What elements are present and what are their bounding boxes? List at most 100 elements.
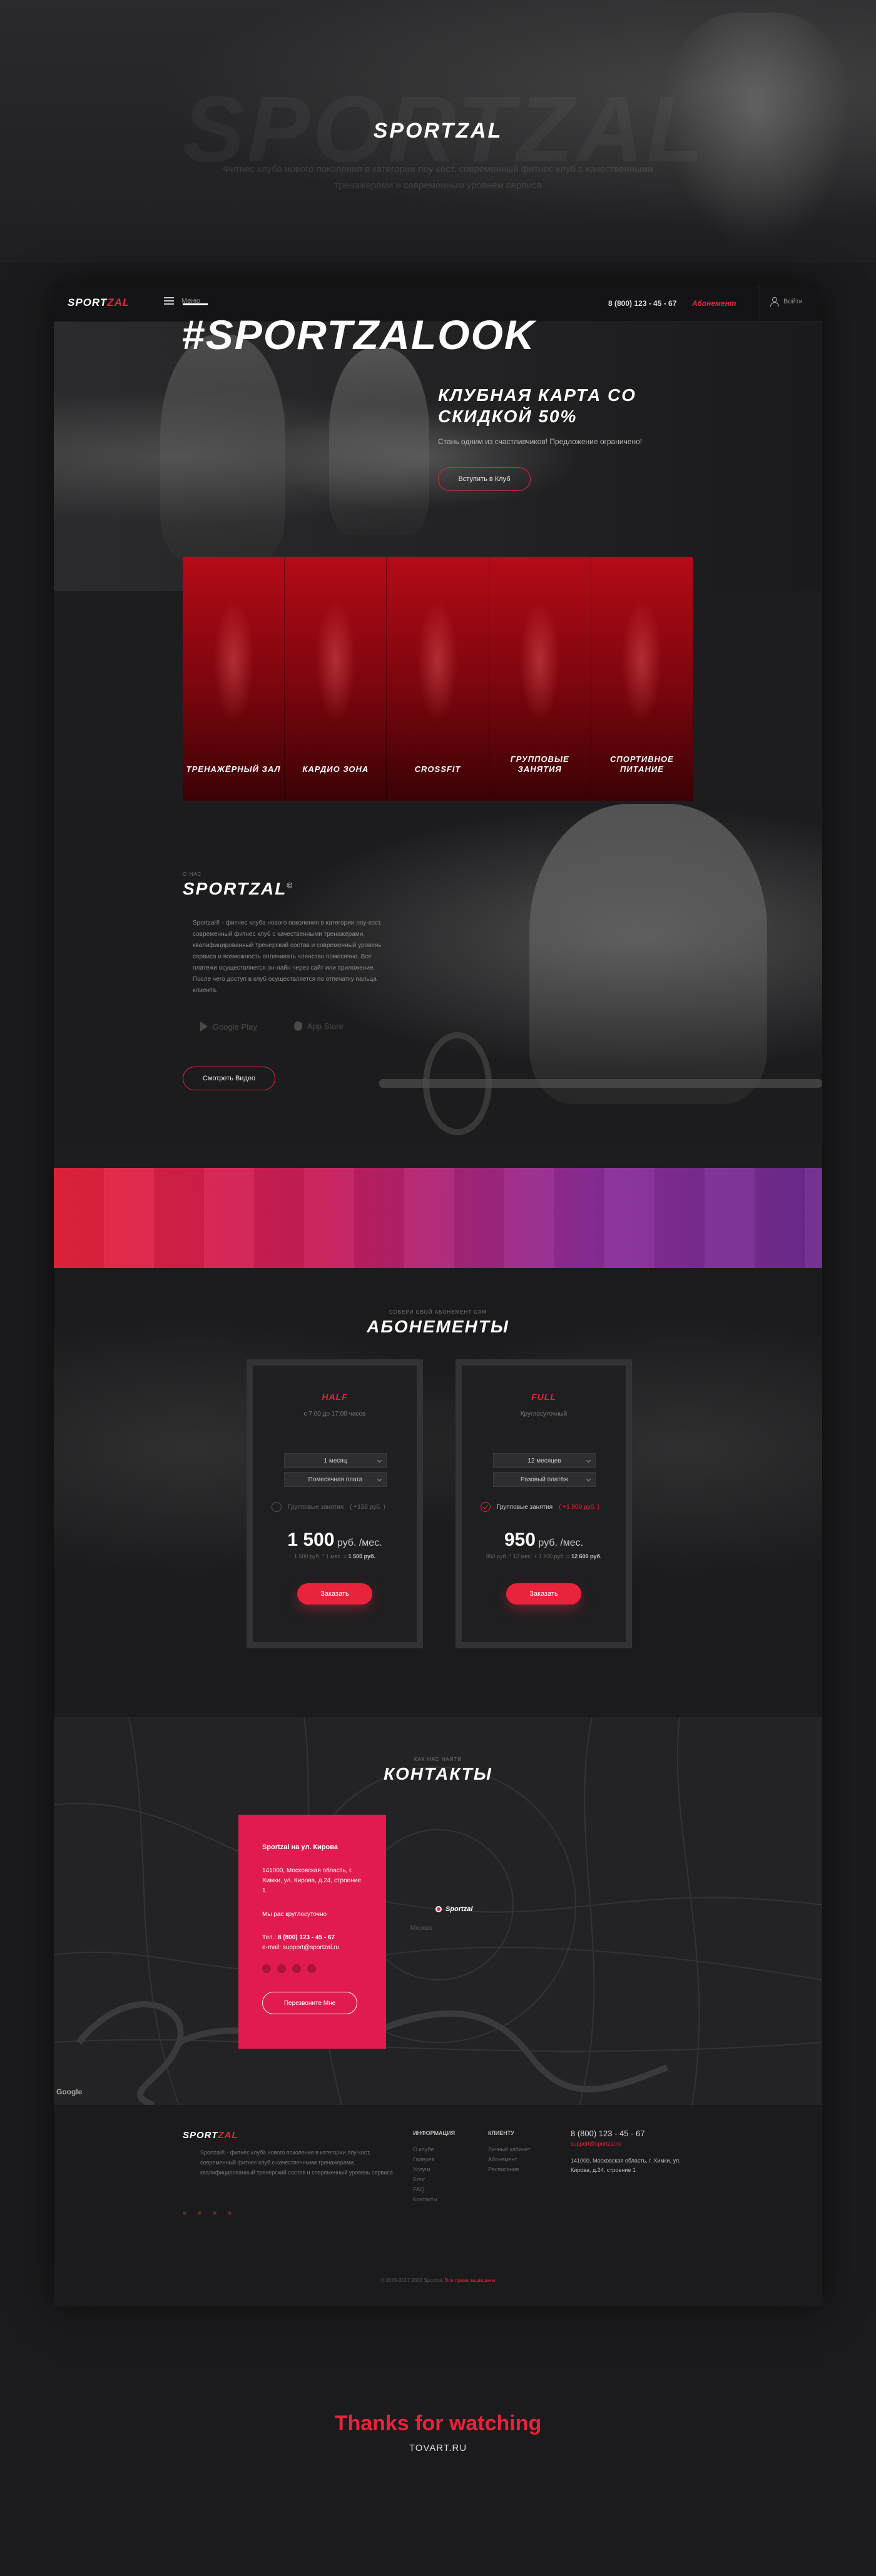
category-gym[interactable]: ТРЕНАЖЁРНЫЙ ЗАЛ (183, 557, 285, 801)
footer-link[interactable]: Услуги (413, 2166, 437, 2173)
footer-link[interactable]: Галерея (413, 2156, 437, 2163)
vk-icon[interactable] (262, 1964, 271, 1973)
footer-phone[interactable]: 8 (800) 123 - 45 - 67 (571, 2129, 645, 2138)
about-text: Sportzal® - фитнес клуба нового поколени… (193, 920, 382, 994)
price-calc: 1 500 руб. * 1 мес. = 1 500 руб. (253, 1553, 417, 1559)
site-logo[interactable]: SPORTZAL (68, 297, 130, 309)
author-site: TOVART.RU (409, 2443, 467, 2453)
category-label: CROSSFIT (414, 764, 461, 774)
login-label: Войти (783, 298, 803, 305)
vk-icon[interactable] (183, 2211, 186, 2215)
burger-icon (164, 297, 174, 305)
phone-value[interactable]: 8 (800) 123 - 45 - 67 (278, 1934, 335, 1941)
category-label: СПОРТИВНОЕ ПИТАНИЕ (609, 754, 674, 774)
checkbox-checked-icon (481, 1502, 491, 1512)
group-extra: ( +1 800 руб. ) (559, 1503, 600, 1511)
nav-phone[interactable]: 8 (800) 123 - 45 - 67 (608, 299, 676, 308)
contact-phone: Тел.: 8 (800) 123 - 45 - 67 (262, 1933, 362, 1943)
footer-link[interactable]: Блог (413, 2176, 437, 2183)
category-cardio[interactable]: КАРДИО ЗОНА (285, 557, 387, 801)
plan-time: Круглосуточный (520, 1411, 568, 1417)
category-grid: ТРЕНАЖЁРНЫЙ ЗАЛ КАРДИО ЗОНА CROSSFIT ГРУ… (183, 557, 694, 801)
presentation-header: SPORTZAL SPORTZAL Фитнес клуба нового по… (0, 0, 876, 263)
price-calc: 950 руб. * 12 мес. + 1 200 руб. = 12 600… (462, 1553, 626, 1559)
category-group[interactable]: ГРУППОВЫЕ ЗАНЯТИЯ (489, 557, 591, 801)
footer-link[interactable]: FAQ (413, 2186, 437, 2193)
footer-logo-accent: ZAL (218, 2130, 238, 2141)
group-classes-checkbox[interactable]: Групповые занятия ( +1 800 руб. ) (481, 1502, 599, 1512)
watch-video-button[interactable]: Смотреть Видео (183, 1067, 275, 1090)
hero-title: КЛУБНАЯ КАРТА СО СКИДКОЙ 50% (438, 385, 636, 426)
footer-link[interactable]: Расписание (488, 2166, 531, 2173)
nav-subscription-link[interactable]: Абонемент (692, 299, 736, 308)
hero-slider: КЛУБНАЯ КАРТА СО СКИДКОЙ 50% Стань одним… (54, 322, 822, 591)
footer-link[interactable]: Контакты (413, 2196, 437, 2203)
payment-value: Помесячная плата (308, 1476, 363, 1483)
subscriptions-title: АБОНЕМЕНТЫ (367, 1317, 509, 1336)
contacts-title: КОНТАКТЫ (384, 1764, 492, 1783)
footer-info-heading: ИНФОРМАЦИЯ (413, 2130, 456, 2136)
instagram-icon[interactable] (292, 1964, 301, 1973)
plan-card-full: FULL Круглосуточный 12 месяцев Разовый п… (456, 1359, 632, 1648)
login-button[interactable]: Войти (770, 297, 803, 307)
calc-total: 12 600 руб. (571, 1553, 602, 1559)
email-value[interactable]: support@sportzal.ru (283, 1944, 339, 1951)
facebook-icon[interactable] (277, 1964, 286, 1973)
calc-total: 1 500 руб. (348, 1553, 376, 1559)
footer-client-links: Личный кабинет Абонемент Расписание (488, 2146, 531, 2173)
duration-value: 12 месяцев (527, 1457, 561, 1464)
payment-select[interactable]: Разовый платёж (493, 1472, 596, 1487)
category-label: ГРУППОВЫЕ ЗАНЯТИЯ (510, 754, 569, 774)
google-play-link[interactable]: Google Play (200, 1022, 257, 1032)
bodybuilder-image (529, 804, 767, 1104)
footer-info-links: О клубе Галерея Услуги Блог FAQ Контакты (413, 2146, 437, 2203)
contact-socials (262, 1964, 362, 1973)
logo-accent: ZAL (107, 297, 130, 308)
google-play-label: Google Play (213, 1022, 257, 1032)
twitter-icon[interactable] (307, 1964, 316, 1973)
app-store-link[interactable]: App Store (294, 1022, 344, 1031)
contact-card: Sportzal на ул. Кирова 141000, Московска… (238, 1815, 386, 2049)
about-title: SPORTZAL© (183, 879, 293, 899)
category-label: КАРДИО ЗОНА (302, 764, 369, 774)
footer-link[interactable]: О клубе (413, 2146, 437, 2153)
price-value: 950 (504, 1529, 536, 1550)
chevron-down-icon (377, 1476, 382, 1482)
hashtag-text: #SPORTZALOOK (181, 312, 536, 358)
facebook-icon[interactable] (198, 2211, 201, 2215)
barbell-image (379, 1079, 822, 1088)
map-marker[interactable]: Sportzal (435, 1905, 472, 1913)
duration-select[interactable]: 1 месяц (284, 1453, 387, 1468)
group-label: Групповые занятия (288, 1503, 344, 1511)
phone-label: Тел.: (262, 1934, 278, 1941)
footer-link[interactable]: Абонемент (488, 2156, 531, 2163)
join-club-button[interactable]: Вступить в Клуб (438, 467, 531, 491)
hashtag-banner (54, 1168, 822, 1268)
category-crossfit[interactable]: CROSSFIT (387, 557, 489, 801)
twitter-icon[interactable] (228, 2211, 232, 2215)
copyright-mark: © (287, 881, 294, 890)
payment-select[interactable]: Помесячная плата (284, 1472, 387, 1487)
order-button[interactable]: Заказать (297, 1583, 372, 1605)
footer-link[interactable]: Личный кабинет (488, 2146, 531, 2153)
chevron-down-icon (377, 1458, 382, 1463)
duration-select[interactable]: 12 месяцев (493, 1453, 596, 1468)
order-button[interactable]: Заказать (506, 1583, 581, 1605)
footer-email[interactable]: support@sportzal.ru (571, 2141, 621, 2147)
category-label: ТРЕНАЖЁРНЫЙ ЗАЛ (186, 764, 281, 774)
plan-name: FULL (531, 1392, 556, 1402)
about-overline: О НАС (183, 871, 202, 877)
instagram-icon[interactable] (213, 2211, 216, 2215)
footer-logo[interactable]: SPORTZAL (183, 2130, 238, 2141)
hero-athlete-image-2 (329, 347, 429, 535)
about-title-text: SPORTZAL (183, 879, 287, 898)
category-nutrition[interactable]: СПОРТИВНОЕ ПИТАНИЕ (591, 557, 694, 801)
hashtag-accent-line (183, 303, 208, 305)
apple-icon (294, 1022, 302, 1031)
price-value: 1 500 (287, 1529, 335, 1550)
group-classes-checkbox[interactable]: Групповые занятия ( +150 руб. ) (272, 1502, 385, 1512)
copyright-link[interactable]: Все права защищены (445, 2278, 495, 2283)
plan-name: HALF (322, 1392, 348, 1402)
callback-button[interactable]: Перезвоните Мне (262, 1992, 357, 2014)
duration-value: 1 месяц (323, 1457, 347, 1464)
